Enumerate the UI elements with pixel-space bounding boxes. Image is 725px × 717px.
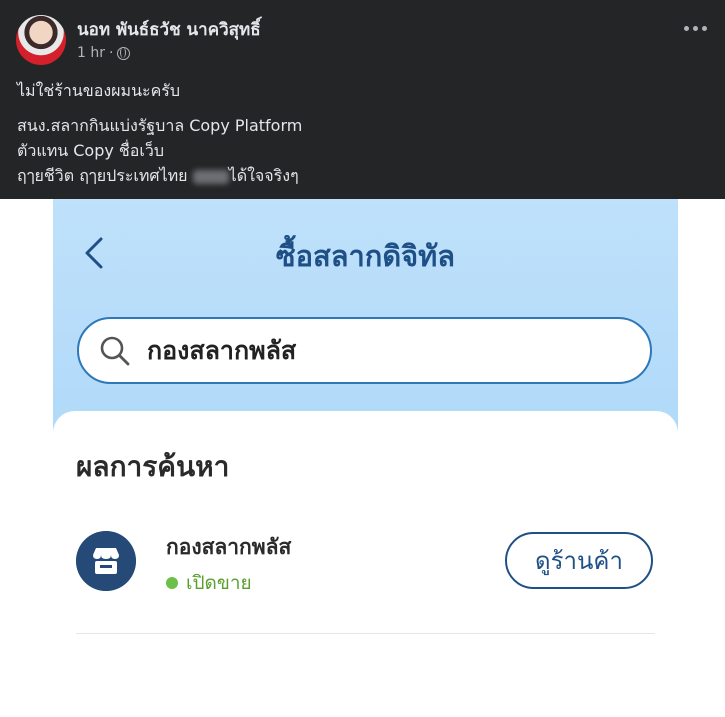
- post-text-line: ตัวแทน Copy ชื่อเว็บ: [17, 141, 165, 160]
- post-text-line: ฤๅยชีวิต ฤๅยประเทศไทย ได้ใจจริงๆ: [17, 164, 299, 189]
- post-text-segment: ได้ใจจริงๆ: [228, 166, 299, 185]
- page-title: ซื้อสลากดิจิทัล: [275, 239, 456, 273]
- post-author[interactable]: นอท พันธ์ธวัช นาควิสุทธิ์: [77, 16, 261, 43]
- more-options-icon[interactable]: [684, 26, 707, 31]
- avatar[interactable]: [16, 15, 66, 65]
- status-dot-icon: [166, 577, 178, 589]
- post-text-line: สนง.สลากกินแบ่งรัฐบาล Copy Platform: [17, 116, 303, 135]
- view-store-button[interactable]: ดูร้านค้า: [505, 532, 653, 589]
- post-text-segment: ฤๅยชีวิต ฤๅยประเทศไทย: [17, 166, 188, 185]
- post-time[interactable]: 1 hr: [77, 45, 105, 61]
- post-meta: 1 hr ·: [77, 45, 131, 61]
- globe-icon: [117, 46, 131, 60]
- lottery-app-screenshot: ซื้อสลากดิจิทัล กองสลากพลัส ผลการค้นหา ก…: [53, 199, 678, 717]
- status-text: เปิดขาย: [186, 572, 252, 594]
- post-text-line: ไม่ใช่ร้านของผมนะครับ: [17, 81, 181, 100]
- store-name: กองสลากพลัส: [166, 535, 292, 559]
- status-badge: เปิดขาย: [166, 568, 252, 598]
- results-heading: ผลการค้นหา: [76, 450, 230, 483]
- divider: [76, 633, 655, 634]
- search-input[interactable]: กองสลากพลัส: [77, 317, 652, 384]
- blurred-word: [192, 169, 229, 184]
- search-value: กองสลากพลัส: [147, 335, 297, 365]
- store-icon: [76, 531, 136, 591]
- search-results-panel: ผลการค้นหา กองสลากพลัส เปิดขาย ดูร้านค้า: [53, 411, 678, 717]
- search-icon: [100, 336, 130, 365]
- meta-separator: ·: [109, 45, 114, 61]
- facebook-post: นอท พันธ์ธวัช นาควิสุทธิ์ 1 hr · ไม่ใช่ร…: [0, 0, 725, 199]
